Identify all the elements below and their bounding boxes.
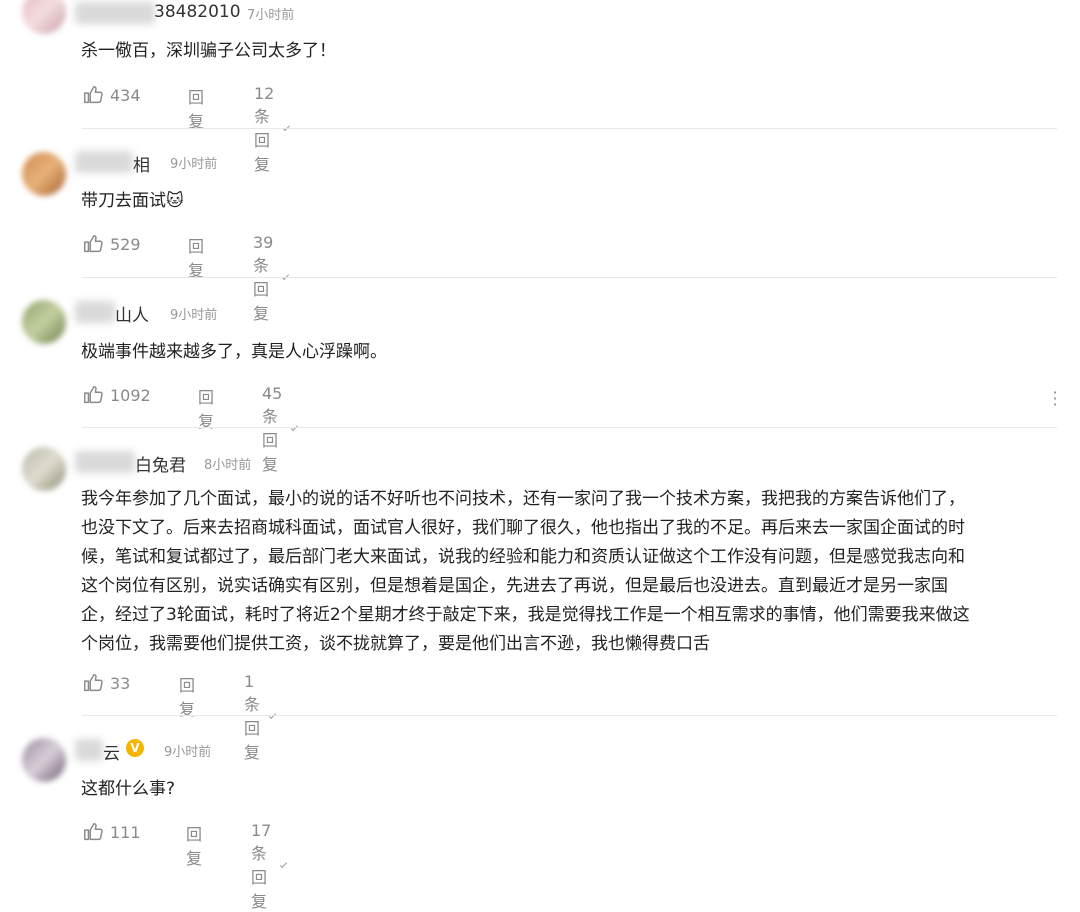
- like-count: 111: [110, 822, 141, 842]
- username-blur: [75, 451, 135, 473]
- like-count: 434: [110, 85, 141, 105]
- reply-button[interactable]: 回复: [186, 821, 202, 869]
- comment-text: 我今年参加了几个面试，最小的说的话不好听也不问技术，还有一家问了我一个技术方案，…: [81, 485, 970, 659]
- avatar[interactable]: [22, 152, 66, 196]
- thumbs-up-icon: [84, 86, 103, 104]
- chevron-down-icon: [280, 860, 288, 868]
- comment-text: 极端事件越来越多了，真是人心浮躁啊。: [81, 342, 387, 362]
- replies-toggle[interactable]: 1条回复: [244, 672, 277, 763]
- reply-button[interactable]: 回复: [188, 233, 204, 281]
- like-button[interactable]: 434: [82, 84, 141, 106]
- comment-text-line: 这个岗位有区别，说实话确实有区别，但是想着是国企，先进去了再说，但是最后也没进去…: [81, 576, 948, 596]
- comment-text-line: 个岗位，我需要他们提供工资，谈不拢就算了，要是他们出言不逊，我也懒得费口舌: [81, 634, 710, 654]
- like-button[interactable]: 1092: [82, 384, 151, 406]
- chevron-down-icon: [282, 272, 290, 280]
- avatar[interactable]: [22, 300, 66, 344]
- username-blur: [75, 2, 155, 24]
- replies-toggle[interactable]: 17条回复: [251, 821, 288, 912]
- like-button[interactable]: 529: [82, 233, 141, 255]
- thumbs-up-icon: [84, 823, 103, 841]
- comment-text: 杀一儆百，深圳骗子公司太多了！: [81, 41, 336, 61]
- like-button[interactable]: 111: [82, 821, 141, 843]
- replies-toggle[interactable]: 39条回复: [253, 233, 290, 324]
- thumbs-up-icon: [84, 674, 103, 692]
- reply-button[interactable]: 回复: [188, 84, 204, 132]
- timestamp: 9小时前: [164, 745, 212, 760]
- avatar[interactable]: [22, 0, 66, 34]
- username[interactable]: 相: [133, 151, 150, 176]
- timestamp: 8小时前: [204, 458, 252, 473]
- comment-text: 带刀去面试🐱: [81, 191, 184, 211]
- thumbs-up-icon: [84, 235, 103, 253]
- username-blur: [75, 739, 103, 761]
- vertical-dots-icon[interactable]: · · ·: [1052, 385, 1058, 413]
- divider: [82, 715, 1057, 716]
- timestamp: 9小时前: [170, 308, 218, 323]
- username[interactable]: 白兔君: [135, 451, 186, 476]
- divider: [82, 427, 1057, 428]
- like-count: 529: [110, 234, 141, 254]
- timestamp: 9小时前: [170, 157, 218, 172]
- comment-text-line: 也没下文了。后来去招商城科面试，面试官人很好，我们聊了很久，他也指出了我的不足。…: [81, 518, 965, 538]
- username-blur: [75, 151, 133, 173]
- like-count: 1092: [110, 385, 151, 405]
- username[interactable]: 38482010: [154, 2, 241, 22]
- username[interactable]: 云: [103, 739, 120, 764]
- comment-text-line: 我今年参加了几个面试，最小的说的话不好听也不问技术，还有一家问了我一个技术方案，…: [81, 489, 965, 509]
- reply-button[interactable]: 回复: [179, 672, 195, 720]
- chevron-down-icon: [283, 123, 291, 131]
- divider: [82, 277, 1057, 278]
- verified-badge-icon: V: [126, 739, 144, 757]
- timestamp: 7小时前: [247, 8, 295, 23]
- reply-count: 17条回复: [251, 821, 272, 911]
- like-count: 33: [110, 673, 131, 693]
- like-button[interactable]: 33: [82, 672, 130, 694]
- replies-toggle[interactable]: 12条回复: [254, 84, 291, 175]
- comment-text-line: 企，经过了3轮面试，耗时了将近2个星期才终于敲定下来，我是觉得找工作是一个相互需…: [81, 605, 970, 625]
- reply-count: 12条回复: [254, 84, 275, 174]
- replies-toggle[interactable]: 45条回复: [262, 384, 299, 475]
- avatar[interactable]: [22, 738, 66, 782]
- reply-count: 45条回复: [262, 384, 283, 474]
- divider: [82, 128, 1057, 129]
- reply-button[interactable]: 回复: [198, 384, 214, 432]
- comment-text: 这都什么事?: [81, 779, 176, 799]
- reply-count: 39条回复: [253, 233, 274, 323]
- reply-count: 1条回复: [244, 672, 261, 762]
- username[interactable]: 山人: [115, 301, 149, 326]
- username-blur: [75, 301, 115, 323]
- comment-text-line: 候，笔试和复试都过了，最后部门老大来面试，说我的经验和能力和资质认证做这个工作没…: [81, 547, 965, 567]
- avatar[interactable]: [22, 447, 66, 491]
- thumbs-up-icon: [84, 386, 103, 404]
